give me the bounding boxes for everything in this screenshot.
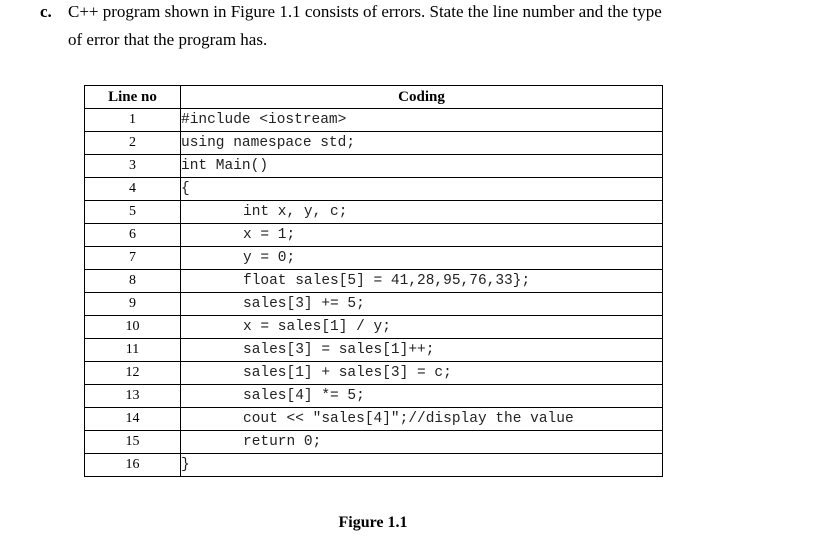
table-row: 14 cout << "sales[4]";//display the value xyxy=(84,407,663,431)
line-number-cell: 6 xyxy=(84,223,181,247)
code-cell: x = 1; xyxy=(180,223,663,247)
table-row: 9 sales[3] += 5; xyxy=(84,292,663,316)
code-table: Line no Coding 1 #include <iostream> 2 usin… xyxy=(84,85,663,477)
code-cell: { xyxy=(180,177,663,201)
code-cell: sales[3] += 5; xyxy=(180,292,663,316)
table-row: 5 int x, y, c; xyxy=(84,200,663,224)
line-number-cell: 9 xyxy=(84,292,181,316)
line-number-cell: 11 xyxy=(84,338,181,362)
question-text-line-2: of error that the program has. xyxy=(68,30,268,49)
line-number-cell: 10 xyxy=(84,315,181,339)
table-row: 7y = 0; xyxy=(84,246,663,270)
code-cell: return 0; xyxy=(180,430,663,454)
code-cell: x = sales[1] / y; xyxy=(180,315,663,339)
table-row: 16} xyxy=(84,453,663,477)
code-cell: using namespace std; xyxy=(180,131,663,155)
table-row: 8 float sales[5] = 41,28,95,76,33}; xyxy=(84,269,663,293)
table-row: 6x = 1; xyxy=(84,223,663,247)
question-label: c. xyxy=(40,2,52,21)
line-number-cell: 12 xyxy=(84,361,181,385)
table-row: 13 sales[4] *= 5; xyxy=(84,384,663,408)
code-cell: #include <iostream> xyxy=(180,108,663,132)
code-rows: 1 #include <iostream> 2 using namespace std… xyxy=(84,108,663,477)
line-number-cell: 13 xyxy=(84,384,181,408)
line-number-cell: 7 xyxy=(84,246,181,270)
figure-caption: Figure 1.1 xyxy=(338,514,408,531)
line-number-cell: 4 xyxy=(84,177,181,201)
code-cell: } xyxy=(180,453,663,477)
line-number-cell: 16 xyxy=(84,453,181,477)
line-number-cell: 15 xyxy=(84,430,181,454)
table-header-row: Line no Coding xyxy=(84,85,663,109)
code-cell: sales[3] = sales[1]++; xyxy=(180,338,663,362)
table-row: 4{ xyxy=(84,177,663,201)
line-number-cell: 3 xyxy=(84,154,181,178)
table-row: 3 int Main() xyxy=(84,154,663,178)
header-coding: Coding xyxy=(180,85,663,109)
table-row: 1 #include <iostream> xyxy=(84,108,663,132)
table-row: 11 sales[3] = sales[1]++; xyxy=(84,338,663,362)
line-number-cell: 5 xyxy=(84,200,181,224)
code-cell: int x, y, c; xyxy=(180,200,663,224)
table-row: 10 x = sales[1] / y; xyxy=(84,315,663,339)
code-cell: float sales[5] = 41,28,95,76,33}; xyxy=(180,269,663,293)
code-cell: y = 0; xyxy=(180,246,663,270)
line-number-cell: 1 xyxy=(84,108,181,132)
line-number-cell: 8 xyxy=(84,269,181,293)
code-cell: cout << "sales[4]";//display the value xyxy=(180,407,663,431)
line-number-cell: 2 xyxy=(84,131,181,155)
code-cell: sales[1] + sales[3] = c; xyxy=(180,361,663,385)
line-number-cell: 14 xyxy=(84,407,181,431)
table-row: 15 return 0; xyxy=(84,430,663,454)
header-line-no: Line no xyxy=(84,85,181,109)
table-row: 2 using namespace std; xyxy=(84,131,663,155)
table-row: 12 sales[1] + sales[3] = c; xyxy=(84,361,663,385)
code-cell: sales[4] *= 5; xyxy=(180,384,663,408)
code-cell: int Main() xyxy=(180,154,663,178)
